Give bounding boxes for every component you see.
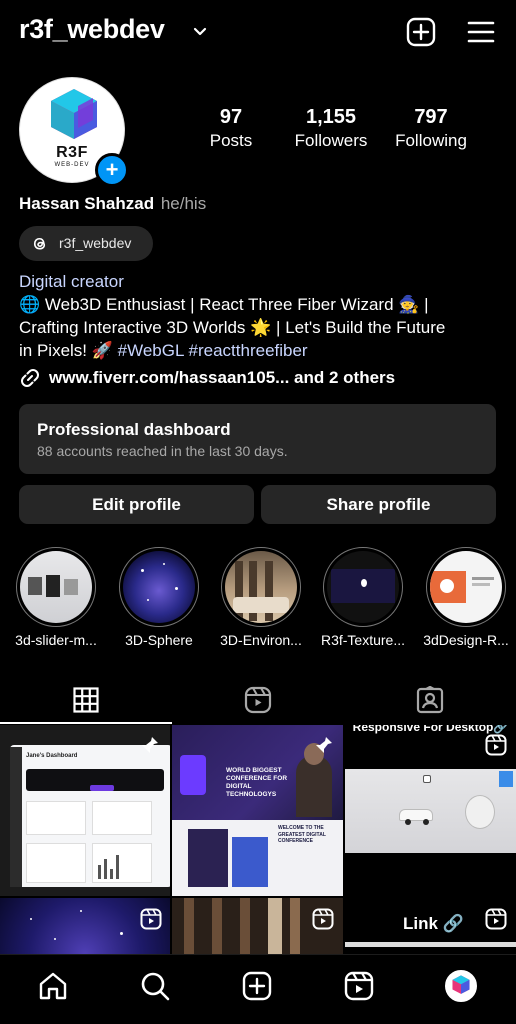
- account-username[interactable]: r3f_webdev: [19, 14, 165, 45]
- following-count[interactable]: 797 Following: [389, 106, 473, 151]
- highlight-label: 3D-Environ...: [220, 632, 302, 648]
- threads-icon: [33, 237, 46, 250]
- bio-line-2: Crafting Interactive 3D Worlds 🌟 | Let's…: [19, 318, 446, 337]
- pin-icon: [316, 737, 332, 753]
- nav-create[interactable]: [240, 969, 274, 1003]
- grid-icon: [73, 687, 99, 713]
- posts-number: 97: [219, 106, 243, 128]
- chevron-down-icon[interactable]: [193, 25, 207, 39]
- highlight-3d-environment[interactable]: [221, 547, 301, 627]
- followers-number: 1,155: [305, 106, 357, 128]
- top-bar: r3f_webdev: [0, 0, 516, 64]
- reel-icon: [485, 908, 507, 930]
- nav-search[interactable]: [138, 969, 172, 1003]
- posts-count[interactable]: 97 Posts: [201, 106, 261, 151]
- plus-icon: +: [105, 157, 119, 182]
- add-story-button[interactable]: +: [95, 153, 129, 187]
- reel-icon: [312, 908, 334, 930]
- reels-icon: [344, 971, 374, 1001]
- followers-count[interactable]: 1,155 Followers: [289, 106, 373, 151]
- posts-label: Posts: [209, 131, 253, 150]
- nav-reels[interactable]: [342, 969, 376, 1003]
- nav-home[interactable]: [36, 969, 70, 1003]
- tagged-icon: [416, 686, 444, 714]
- highlight-3d-slider[interactable]: [16, 547, 96, 627]
- following-number: 797: [414, 106, 448, 128]
- threads-profile-link[interactable]: r3f_webdev: [19, 226, 153, 261]
- profile-name-line: Hassan Shahzad he/his: [19, 194, 206, 214]
- r3f-logo-icon: [452, 975, 470, 994]
- profile-tabs: [0, 676, 516, 724]
- create-icon: [242, 971, 272, 1001]
- post-conference[interactable]: WORLD BIGGEST CONFERENCE FOR DIGITAL TEC…: [172, 725, 343, 896]
- bottom-navigation: [0, 954, 516, 1024]
- dashboard-title: Professional dashboard: [37, 420, 231, 439]
- reel-icon: [140, 908, 162, 930]
- reels-icon: [244, 686, 272, 714]
- dashboard-subtitle: 88 accounts reached in the last 30 days.: [37, 443, 288, 459]
- highlight-label: R3f-Texture...: [320, 632, 406, 648]
- profile-name: Hassan Shahzad: [19, 194, 155, 213]
- post-dashboard[interactable]: Jane's Dashboard: [0, 725, 170, 896]
- profile-pronouns: he/his: [160, 194, 207, 213]
- post-dashboard-title: Jane's Dashboard: [26, 753, 78, 759]
- tab-posts-grid[interactable]: [0, 676, 172, 724]
- professional-dashboard-card[interactable]: Professional dashboard 88 accounts reach…: [19, 404, 496, 474]
- post-conference-subtitle: WELCOME TO THE GREATEST DIGITAL CONFEREN…: [278, 825, 326, 844]
- post-conference-headline: WORLD BIGGEST CONFERENCE FOR DIGITAL TEC…: [226, 767, 288, 798]
- active-tab-indicator: [0, 722, 172, 724]
- search-icon: [141, 972, 170, 1001]
- share-profile-button[interactable]: Share profile: [261, 485, 496, 524]
- menu-icon[interactable]: [465, 16, 497, 48]
- following-label: Following: [395, 131, 467, 150]
- highlight-label: 3dDesign-R...: [423, 632, 509, 648]
- nav-profile[interactable]: [444, 969, 478, 1003]
- bio-line-1: 🌐 Web3D Enthusiast | React Three Fiber W…: [19, 295, 429, 314]
- reel-icon: [485, 734, 507, 756]
- link-icon: [21, 369, 39, 387]
- highlight-label: 3d-slider-m...: [15, 632, 97, 648]
- followers-label: Followers: [294, 131, 368, 150]
- highlight-3d-design[interactable]: [426, 547, 506, 627]
- profile-category: Digital creator: [19, 272, 124, 291]
- post-car-caption: Responsive For Desktop🔗: [352, 725, 509, 734]
- tab-reels[interactable]: [172, 676, 344, 724]
- bio-line-3: in Pixels! 🚀: [19, 341, 118, 360]
- highlight-r3f-texture[interactable]: [323, 547, 403, 627]
- highlight-label: 3D-Sphere: [125, 632, 193, 648]
- tab-tagged[interactable]: [344, 676, 516, 724]
- pin-icon: [142, 737, 158, 753]
- hashtag-webgl[interactable]: #WebGL: [118, 341, 184, 360]
- threads-handle: r3f_webdev: [59, 235, 132, 251]
- profile-bio: Digital creator 🌐 Web3D Enthusiast | Rea…: [19, 270, 499, 362]
- home-icon: [39, 972, 67, 1000]
- hashtag-reactthreefiber[interactable]: #reactthreefiber: [189, 341, 308, 360]
- highlight-3d-sphere[interactable]: [119, 547, 199, 627]
- create-post-icon[interactable]: [405, 16, 437, 48]
- r3f-logo-icon: [51, 89, 97, 139]
- post-link-caption: Link 🔗: [403, 914, 464, 933]
- profile-avatar-small: [445, 970, 477, 1002]
- edit-profile-button[interactable]: Edit profile: [19, 485, 254, 524]
- link-text: www.fiverr.com/hassaan105... and 2 other…: [49, 368, 396, 387]
